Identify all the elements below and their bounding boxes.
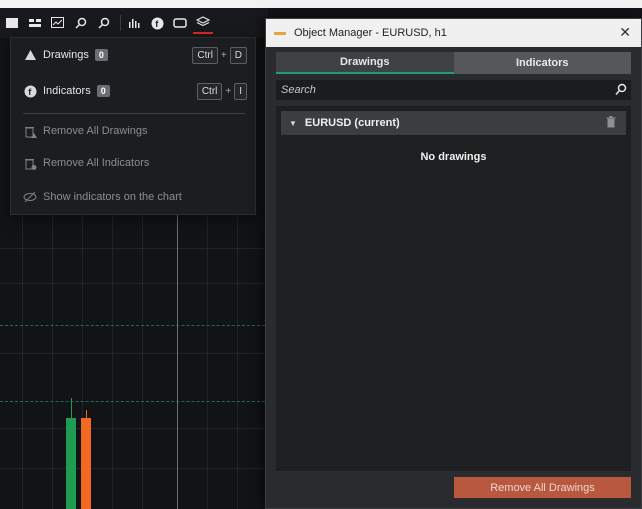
shortcut-plus: + xyxy=(225,85,232,97)
zoom-in-icon[interactable] xyxy=(71,12,91,34)
object-manager-titlebar[interactable]: Object Manager - EURUSD, h1 ✕ xyxy=(266,19,641,47)
menu-item-drawings[interactable]: Drawings 0 Ctrl + D xyxy=(11,42,255,68)
object-manager-title: Object Manager - EURUSD, h1 xyxy=(294,27,447,39)
price-level-line xyxy=(0,401,270,402)
chart-toolbar: f xyxy=(0,8,268,38)
menu-item-show-indicators-label: Show indicators on the chart xyxy=(43,191,182,203)
menu-item-remove-all-indicators[interactable]: Remove All Indicators xyxy=(11,150,255,176)
menu-item-drawings-label: Drawings xyxy=(43,49,89,61)
shortcut-key-i: I xyxy=(234,82,247,100)
drawings-shortcut: Ctrl + D xyxy=(192,46,247,64)
menu-item-remove-all-drawings[interactable]: Remove All Drawings xyxy=(11,118,255,144)
layers-icon[interactable] xyxy=(193,12,213,34)
volume-icon[interactable] xyxy=(124,12,144,34)
indicators-count-badge: 0 xyxy=(96,85,110,97)
shortcut-key-ctrl: Ctrl xyxy=(196,82,223,100)
search-placeholder: Search xyxy=(281,84,316,96)
layout-icon[interactable] xyxy=(2,12,22,34)
caret-down-icon[interactable]: ▼ xyxy=(289,119,297,128)
shortcut-key-ctrl: Ctrl xyxy=(192,46,218,64)
price-level-line xyxy=(0,325,270,326)
close-icon[interactable]: ✕ xyxy=(619,25,631,39)
menu-item-remove-all-drawings-label: Remove All Drawings xyxy=(43,125,148,137)
symbol-group-header[interactable]: ▼ EURUSD (current) xyxy=(281,111,626,135)
menu-divider xyxy=(23,113,245,114)
indicators-icon: f xyxy=(23,84,37,98)
bear-candle xyxy=(81,418,91,509)
list-icon[interactable] xyxy=(25,12,45,34)
bull-candle xyxy=(66,418,76,509)
indicators-shortcut: Ctrl + I xyxy=(196,82,247,100)
shortcut-key-d: D xyxy=(229,46,247,64)
symbol-group-label: EURUSD (current) xyxy=(304,117,400,129)
drawings-count-badge: 0 xyxy=(94,49,108,61)
menu-item-indicators-label: Indicators xyxy=(43,85,91,97)
indicator-icon[interactable]: f xyxy=(147,12,167,34)
zoom-out-icon[interactable] xyxy=(94,12,114,34)
remove-indicators-icon xyxy=(23,156,37,170)
object-manager-tabs: Drawings Indicators xyxy=(276,52,631,74)
menu-item-show-indicators[interactable]: Show indicators on the chart xyxy=(11,184,255,210)
chart-box-icon[interactable] xyxy=(48,12,68,34)
menu-item-remove-all-indicators-label: Remove All Indicators xyxy=(43,157,150,169)
window-top-strip xyxy=(0,0,642,8)
tab-indicators[interactable]: Indicators xyxy=(453,52,631,74)
tab-drawings[interactable]: Drawings xyxy=(276,52,454,74)
object-manager-window: Object Manager - EURUSD, h1 ✕ Drawings I… xyxy=(265,18,642,509)
drawings-icon xyxy=(23,48,37,62)
empty-state-text: No drawings xyxy=(420,151,487,163)
template-icon[interactable] xyxy=(170,12,190,34)
objects-dropdown-menu: Drawings 0 Ctrl + D f Indicators 0 Ctrl … xyxy=(10,37,256,215)
search-icon[interactable] xyxy=(615,83,627,99)
toolbar-separator xyxy=(120,15,121,31)
app-icon xyxy=(274,31,286,35)
remove-drawings-icon xyxy=(23,124,37,138)
crosshair-line xyxy=(177,213,178,509)
eye-slash-icon xyxy=(23,190,37,204)
objects-list: ▼ EURUSD (current) No drawings xyxy=(276,106,631,471)
search-input[interactable]: Search xyxy=(276,80,631,100)
shortcut-plus: + xyxy=(220,49,227,61)
trash-icon[interactable] xyxy=(606,116,616,131)
menu-item-indicators[interactable]: f Indicators 0 Ctrl + I xyxy=(11,78,255,104)
remove-all-drawings-button[interactable]: Remove All Drawings xyxy=(454,477,631,498)
